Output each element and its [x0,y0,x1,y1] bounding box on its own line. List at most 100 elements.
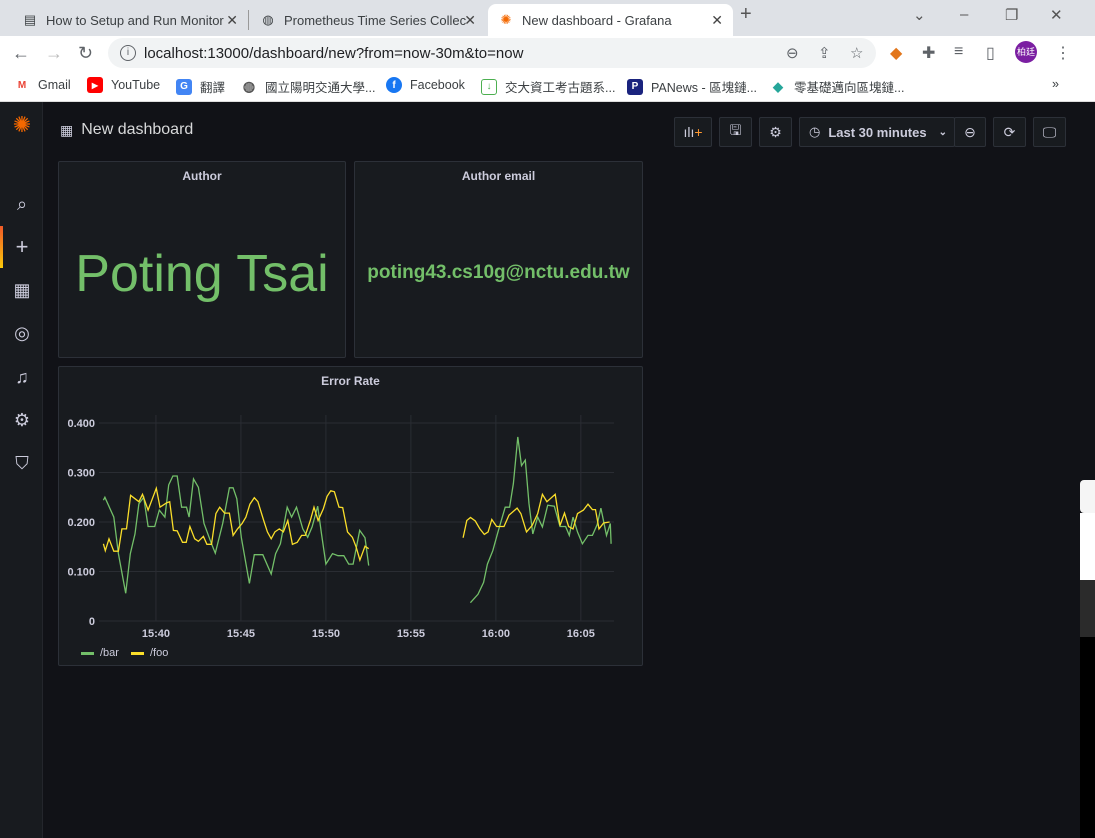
panel-title[interactable]: Author [59,169,345,183]
extensions-icon[interactable]: ✚ [922,43,935,63]
add-panel-icon: ılı+ [683,124,703,140]
site-info-icon[interactable]: i [120,45,136,61]
metamask-icon[interactable]: ◆ [890,43,902,63]
plus-icon[interactable]: + [11,236,33,258]
bookmark[interactable]: P PANews - 區塊鏈... [627,77,757,96]
legend-swatch [131,652,144,655]
menu-icon[interactable]: ⋮ [1055,43,1071,63]
new-tab-button[interactable]: + [740,3,752,26]
alerting-icon[interactable]: ♫ [11,366,33,388]
error-rate-chart[interactable]: 0 0.100 0.200 0.300 0.400 15:40 15:45 15:50 15:5… [59,367,642,665]
author-panel: Author Poting Tsai [58,161,346,358]
bookmark-label: PANews - 區塊鏈... [651,81,758,95]
browser-tab-strip: ▤ How to Setup and Run Monitor ✕ ◍ Prome… [0,0,1095,36]
series-line-foo [462,492,610,538]
save-dashboard-button[interactable]: 🖫 [719,117,752,147]
dashboard-settings-button[interactable]: ⚙ [759,117,792,147]
tab-title: How to Setup and Run Monitor [46,12,224,28]
minimize-button[interactable]: – [960,6,968,23]
close-window-button[interactable]: ✕ [1050,6,1063,24]
bookmark-label: 交大資工考古題系... [505,81,616,95]
browser-tab[interactable]: ▤ How to Setup and Run Monitor ✕ [12,4,248,36]
document-icon: ▤ [23,12,37,27]
dashboards-icon[interactable]: ▦ [11,279,33,301]
tab-title: Prometheus Time Series Collec [284,12,467,28]
bookmark-label: 零基礎邁向區塊鏈... [794,81,905,95]
y-tick-label: 0 [89,616,95,628]
tv-mode-button[interactable]: 🖵 [1033,117,1066,147]
bookmark-star-icon[interactable]: ☆ [850,44,863,62]
globe-icon: ◍ [262,12,274,27]
bookmark-label: Gmail [38,78,71,92]
time-range-picker[interactable]: ◷ Last 30 minutes ⌄ [799,117,955,147]
bookmark[interactable]: M Gmail [14,77,71,93]
stat-value: Poting Tsai [75,245,329,303]
y-tick-label: 0.400 [67,418,95,430]
search-icon[interactable]: ⌕ [11,193,33,215]
close-tab-icon[interactable]: ✕ [226,12,238,29]
address-bar-row: ← → ↻ i localhost:13000/dashboard/new?fr… [0,36,1095,70]
configuration-icon[interactable]: ⚙ [11,409,33,431]
x-tick-label: 15:40 [142,628,170,640]
bookmark-label: 國立陽明交通大學... [265,81,376,95]
bookmark[interactable]: ▶ YouTube [87,77,160,93]
time-range-label: Last 30 minutes [828,124,927,140]
close-tab-icon[interactable]: ✕ [464,12,476,29]
grafana-logo-icon[interactable]: ✺ [11,114,33,136]
course-icon: ◆ [773,78,783,94]
gmail-icon: M [17,79,27,91]
close-tab-icon[interactable]: ✕ [711,12,723,29]
globe-icon: ◍ [242,78,256,94]
shield-icon[interactable]: ⛉ [11,452,33,474]
monitor-icon: 🖵 [1042,123,1057,140]
grafana-icon: ✺ [500,12,512,27]
sidebar: ✺ ⌕ + ▦ ◎ ♫ ⚙ ⛉ [0,102,43,838]
download-page-icon: ↓ [481,78,497,95]
bookmark[interactable]: ◆ 零基礎邁向區塊鏈... [770,77,904,96]
save-icon: 🖫 [729,122,742,138]
restore-button[interactable]: ❐ [1005,6,1018,24]
sidebar-active-indicator [0,226,3,268]
url-input[interactable]: i localhost:13000/dashboard/new?from=now… [108,38,876,68]
share-icon[interactable]: ⇪ [818,44,831,62]
dashboard-title[interactable]: ▦ New dashboard [60,121,193,139]
tab-search-icon[interactable]: ⌄ [913,6,926,24]
explore-icon[interactable]: ◎ [11,322,33,344]
series-line-foo [102,485,370,563]
zoom-icon[interactable]: ⊖ [786,44,799,62]
gear-icon: ⚙ [769,123,782,140]
zoom-out-icon: ⊖ [964,123,976,140]
legend-swatch [81,652,94,655]
reload-icon[interactable]: ↻ [78,43,93,64]
bookmark[interactable]: f Facebook [386,77,465,93]
facebook-icon: f [386,77,402,93]
panel-title[interactable]: Author email [355,169,642,183]
dashboard-title-text: New dashboard [81,121,194,138]
bookmark-label: 翻譯 [200,81,226,95]
bookmark[interactable]: ↓ 交大資工考古題系... [481,77,615,96]
forward-icon[interactable]: → [45,43,63,64]
profile-avatar[interactable]: 柏廷 [1015,41,1037,63]
bookmark-label: Facebook [410,78,465,92]
url-text: localhost:13000/dashboard/new?from=now-3… [144,44,524,62]
side-panel-icon[interactable]: ▯ [986,43,995,63]
browser-tab-active[interactable]: ✺ New dashboard - Grafana ✕ [488,4,733,36]
y-tick-label: 0.200 [67,517,95,529]
background-window-edge [1080,637,1095,838]
add-panel-button[interactable]: ılı+ [674,117,712,147]
bookmark[interactable]: G 翻譯 [176,77,225,96]
back-icon[interactable]: ← [12,43,30,64]
browser-tab[interactable]: ◍ Prometheus Time Series Collec ✕ [250,4,486,36]
x-tick-label: 15:50 [312,628,340,640]
refresh-button[interactable]: ⟳ [993,117,1026,147]
x-tick-label: 15:45 [227,628,255,640]
bookmark[interactable]: ◍ 國立陽明交通大學... [241,77,376,96]
refresh-icon: ⟳ [1003,123,1016,140]
stat-value: poting43.cs10g@nctu.edu.tw [367,262,630,283]
reading-list-icon[interactable]: ≡ [954,43,963,61]
more-bookmarks-button[interactable]: » [1052,77,1059,91]
background-window-edge [1080,580,1095,637]
grafana-app: ✺ ⌕ + ▦ ◎ ♫ ⚙ ⛉ ▦ New dashboard ılı+ 🖫 ⚙… [0,102,1080,838]
zoom-out-button[interactable]: ⊖ [954,117,986,147]
y-tick-label: 0.300 [67,468,95,480]
